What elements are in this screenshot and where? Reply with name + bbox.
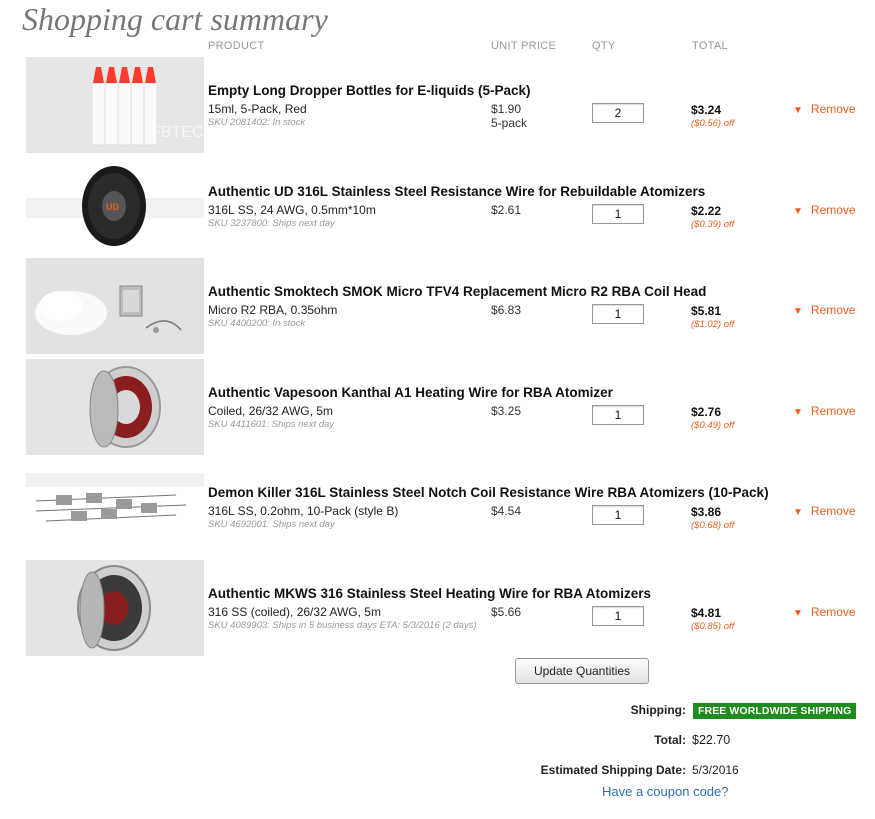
- remove-button[interactable]: ▼ Remove: [793, 102, 856, 116]
- unit-price-value: $1.90: [491, 102, 522, 116]
- product-options: Micro R2 RBA, 0.35ohm: [208, 303, 338, 317]
- line-savings: ($0.56) off: [691, 118, 735, 129]
- quantity-input[interactable]: 2: [592, 103, 644, 123]
- product-title[interactable]: Authentic MKWS 316 Stainless Steel Heati…: [208, 586, 651, 601]
- unit-price: $6.83: [491, 303, 521, 317]
- unit-price-value: $6.83: [491, 303, 522, 317]
- line-savings: ($0.49) off: [691, 419, 735, 431]
- product-options: 316L SS, 24 AWG, 0.5mm*10m: [208, 202, 376, 217]
- cart-row: Demon Killer 316L Stainless Steel Notch …: [0, 459, 875, 560]
- product-title[interactable]: Demon Killer 316L Stainless Steel Notch …: [208, 485, 769, 500]
- product-options: 316L SS, 0.2ohm, 10-Pack (style B): [208, 504, 399, 518]
- remove-button[interactable]: ▼ Remove: [793, 303, 856, 317]
- quantity-input[interactable]: 1: [592, 605, 644, 626]
- line-total: $5.81: [691, 304, 722, 318]
- unit-price-value: $2.61: [491, 202, 522, 217]
- product-image-wire-spool[interactable]: UD: [26, 157, 204, 254]
- product-image-wire-reel[interactable]: [26, 358, 204, 455]
- product-options: Coiled, 26/32 AWG, 5m: [208, 403, 333, 418]
- product-options: 15ml, 5-Pack, Red: [208, 102, 307, 116]
- line-total: $3.24: [691, 103, 722, 117]
- unit-price-note: 5-pack: [491, 116, 528, 130]
- remove-button[interactable]: ▼ Remove: [793, 504, 856, 518]
- product-sku: SKU 4089903: Ships in 5 business days ET…: [208, 619, 477, 631]
- remove-button[interactable]: ▼ Remove: [793, 203, 856, 217]
- remove-label: Remove: [810, 202, 856, 217]
- line-total: $2.22: [691, 203, 722, 218]
- quantity-input[interactable]: 1: [592, 304, 644, 324]
- product-sku: SKU 4400200: In stock: [208, 318, 306, 329]
- product-options: 316 SS (coiled), 26/32 AWG, 5m: [208, 604, 381, 619]
- line-savings: ($0.85) off: [691, 620, 735, 632]
- line-total: $2.76: [691, 404, 722, 419]
- line-savings: ($0.39) off: [691, 218, 735, 230]
- product-sku: SKU 4411601: Ships next day: [208, 418, 335, 430]
- unit-price-value: $5.66: [491, 604, 522, 619]
- line-total: $4.81: [691, 605, 722, 620]
- product-sku: SKU 2081402: In stock: [208, 117, 306, 128]
- remove-label: Remove: [810, 403, 856, 418]
- free-shipping-badge: FREE WORLDWIDE SHIPPING: [693, 703, 857, 719]
- triangle-down-icon: ▼: [793, 406, 803, 418]
- quantity-input[interactable]: 1: [592, 505, 644, 525]
- product-image-wire-reel-dark[interactable]: [26, 559, 204, 656]
- line-total: $3.86: [691, 505, 722, 519]
- triangle-down-icon: ▼: [793, 306, 803, 317]
- triangle-down-icon: ▼: [793, 507, 803, 518]
- product-title[interactable]: Empty Long Dropper Bottles for E-liquids…: [208, 83, 531, 98]
- shipping-label: Shipping:: [630, 703, 686, 717]
- product-image-coil-head[interactable]: [26, 258, 204, 354]
- remove-label: Remove: [810, 504, 856, 518]
- product-image-notch-coils[interactable]: [26, 459, 204, 555]
- unit-price: $1.90 5-pack: [491, 102, 527, 130]
- total-label: Total:: [654, 733, 686, 747]
- unit-price: $3.25: [491, 404, 521, 418]
- product-image-dropper-bottles[interactable]: FBTEC: [26, 57, 204, 153]
- cart-row: Authentic MKWS 316 Stainless Steel Heati…: [0, 559, 875, 661]
- column-header-total: TOTAL: [692, 40, 728, 52]
- remove-label: Remove: [810, 102, 856, 116]
- product-sku: SKU 4692001: Ships next day: [208, 519, 335, 530]
- cart-row: Authentic Vapesoon Kanthal A1 Heating Wi…: [0, 358, 875, 460]
- unit-price: $4.54: [491, 504, 521, 518]
- cart-items: FBTEC Empty Long Dropper Bottles for E-l…: [0, 57, 875, 660]
- quantity-input[interactable]: 1: [592, 203, 644, 224]
- unit-price-value: $4.54: [491, 504, 522, 518]
- unit-price-value: $3.25: [491, 403, 522, 418]
- svg-text:UD: UD: [106, 202, 119, 212]
- product-title[interactable]: Authentic Smoktech SMOK Micro TFV4 Repla…: [208, 284, 706, 299]
- remove-label: Remove: [810, 604, 856, 619]
- column-header-unit-price: UNIT PRICE: [491, 40, 557, 52]
- product-sku: SKU 3237800: Ships next day: [208, 217, 335, 229]
- column-header-product: PRODUCT: [208, 40, 265, 52]
- coupon-link[interactable]: Have a coupon code?: [602, 784, 728, 799]
- quantity-input[interactable]: 1: [592, 404, 644, 425]
- unit-price: $2.61: [491, 203, 521, 217]
- unit-price: $5.66: [491, 605, 521, 619]
- triangle-down-icon: ▼: [793, 607, 803, 619]
- cart-row: Authentic Smoktech SMOK Micro TFV4 Repla…: [0, 258, 875, 359]
- estimated-shipping-label: Estimated Shipping Date:: [540, 763, 686, 777]
- product-title[interactable]: Authentic UD 316L Stainless Steel Resist…: [208, 184, 705, 199]
- remove-label: Remove: [810, 303, 856, 317]
- estimated-shipping-value: 5/3/2016: [692, 763, 739, 777]
- triangle-down-icon: ▼: [793, 105, 803, 116]
- page-title: Shopping cart summary: [22, 1, 328, 37]
- line-savings: ($0.68) off: [691, 520, 735, 531]
- cart-row: UD Authentic UD 316L Stainless Steel Res…: [0, 157, 875, 259]
- cart-row: FBTEC Empty Long Dropper Bottles for E-l…: [0, 57, 875, 158]
- triangle-down-icon: ▼: [793, 205, 803, 217]
- total-value: $22.70: [692, 733, 731, 747]
- remove-button[interactable]: ▼ Remove: [793, 404, 856, 418]
- product-title[interactable]: Authentic Vapesoon Kanthal A1 Heating Wi…: [208, 385, 613, 400]
- update-quantities-button[interactable]: Update Quantities: [515, 658, 649, 684]
- line-savings: ($1.02) off: [691, 319, 735, 330]
- remove-button[interactable]: ▼ Remove: [793, 605, 856, 619]
- svg-text:FBTEC: FBTEC: [151, 124, 203, 141]
- column-header-qty: QTY: [592, 40, 616, 52]
